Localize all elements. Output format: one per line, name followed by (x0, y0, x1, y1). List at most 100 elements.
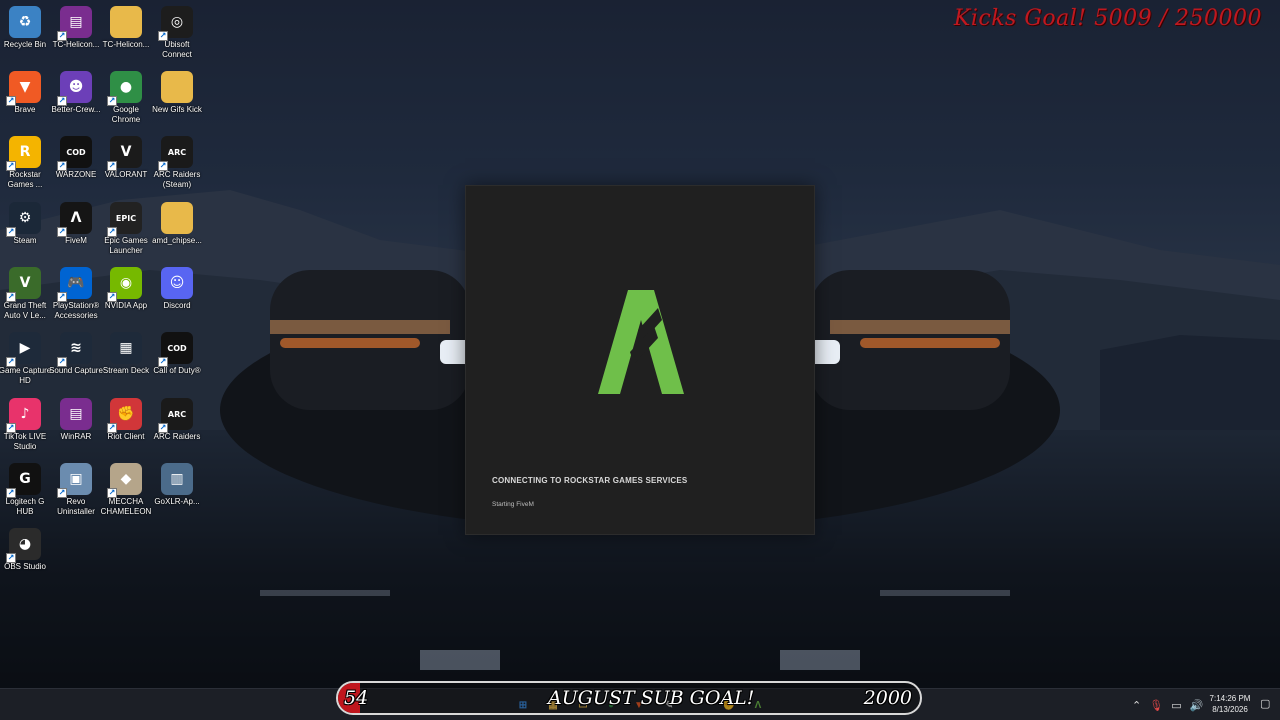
rockstar-icon: R ↗ (6, 136, 41, 171)
desktop-icon-label: Game Capture HD (0, 366, 52, 385)
desktop-icon[interactable]: TC-Helicon... (100, 6, 152, 70)
brave-icon: ▼ ↗ (6, 71, 41, 106)
desktop-icon-label: OBS Studio (4, 562, 46, 571)
fivem-icon: Λ ↗ (57, 202, 92, 237)
desktop-icon[interactable]: V ↗ Grand Theft Auto V Le... (0, 267, 51, 331)
game-capture-icon: ▶ ↗ (6, 332, 41, 367)
desktop-icon[interactable]: ◉ ↗ NVIDIA App (100, 267, 152, 331)
shortcut-arrow-icon: ↗ (6, 553, 16, 563)
sub-goal-overlay: 54 AUGUST SUB GOAL! 2000 (336, 681, 922, 715)
desktop-icon[interactable]: ▤ ↗ TC-Helicon... (50, 6, 102, 70)
desktop-icon[interactable]: ▦ Stream Deck (100, 332, 152, 396)
shortcut-arrow-icon: ↗ (107, 488, 117, 498)
desktop-icon[interactable]: ◆ ↗ MECCHA CHAMELEON (100, 463, 152, 527)
taskbar-clock[interactable]: 7:14:26 PM 8/13/2026 (1205, 693, 1255, 715)
desktop-icon-label: Google Chrome (111, 105, 141, 124)
desktop-icon[interactable]: ◎ ↗ Ubisoft Connect (151, 6, 203, 70)
shortcut-arrow-icon: ↗ (158, 161, 168, 171)
desktop-icon-label: Riot Client (107, 432, 145, 441)
desktop-icon-label: TC-Helicon... (102, 40, 150, 49)
shortcut-arrow-icon: ↗ (6, 423, 16, 433)
desktop-icon[interactable]: 🎮 ↗ PlayStation® Accessories (50, 267, 102, 331)
gta-v-icon: V ↗ (6, 267, 41, 302)
nvidia-icon: ◉ ↗ (107, 267, 142, 302)
desktop-icon[interactable]: amd_chipse... (151, 202, 203, 266)
sound-capture-icon: ≋ ↗ (57, 332, 92, 367)
desktop-icon-label: Sound Capture (49, 366, 103, 375)
valorant-icon: V ↗ (107, 136, 142, 171)
folder-icon (161, 71, 193, 103)
desktop-icon-label: Rockstar Games ... (7, 170, 43, 189)
desktop-icon-label: TC-Helicon... (52, 40, 100, 49)
microphone-icon[interactable]: 🎙 (1149, 699, 1163, 712)
desktop-icon[interactable]: ♻ Recycle Bin (0, 6, 51, 70)
desktop-icon-label: TikTok LIVE Studio (3, 432, 47, 451)
tiktok-live-icon: ♪ ↗ (6, 398, 41, 433)
shortcut-arrow-icon: ↗ (107, 423, 117, 433)
desktop-icon-label: WinRAR (60, 432, 92, 441)
shortcut-arrow-icon: ↗ (57, 96, 67, 106)
notification-icon[interactable]: ▢ (1260, 697, 1270, 710)
desktop-icon[interactable]: ♪ ↗ TikTok LIVE Studio (0, 398, 51, 462)
ubisoft-icon: ◎ ↗ (158, 6, 193, 41)
discord-icon: ☺ (161, 267, 193, 299)
folder-icon (161, 202, 193, 234)
clock-time: 7:14:26 PM (1209, 694, 1251, 703)
desktop-icon[interactable]: ▥ GoXLR-Ap... (151, 463, 203, 527)
clock-date: 8/13/2026 (1212, 705, 1248, 714)
better-crewlink-icon: ☻ ↗ (57, 71, 92, 106)
logitech-g-hub-icon: G ↗ (6, 463, 41, 498)
desktop-icon[interactable]: ◕ ↗ OBS Studio (0, 528, 51, 592)
desktop-icon-label: Call of Duty® (153, 366, 201, 375)
shortcut-arrow-icon: ↗ (6, 96, 16, 106)
stream-deck-icon: ▦ (110, 332, 142, 364)
desktop-icon-label: Grand Theft Auto V Le... (3, 301, 47, 320)
desktop-icon[interactable]: ▼ ↗ Brave (0, 71, 51, 135)
fivem-launcher-window[interactable]: CONNECTING TO ROCKSTAR GAMES SERVICES St… (465, 185, 815, 535)
desktop-icon[interactable]: ▶ ↗ Game Capture HD (0, 332, 51, 396)
desktop-icon[interactable]: COD ↗ Call of Duty® (151, 332, 203, 396)
volume-icon[interactable]: 🔊 (1190, 699, 1204, 712)
desktop-icon[interactable]: ☻ ↗ Better-Crew... (50, 71, 102, 135)
shortcut-arrow-icon: ↗ (6, 227, 16, 237)
arc-raiders-icon: ARC ↗ (158, 398, 193, 433)
desktop-icon-label: New Gifs Kick (152, 105, 202, 114)
desktop-icon[interactable]: ● ↗ Google Chrome (100, 71, 152, 135)
network-icon[interactable]: ▭ (1171, 699, 1181, 712)
desktop-icon[interactable]: ▤ WinRAR (50, 398, 102, 462)
desktop-icon[interactable]: ≋ ↗ Sound Capture (49, 332, 103, 396)
fivem-logo-icon (598, 290, 684, 394)
desktop-icon-label: Discord (163, 301, 191, 310)
desktop-icon-label: VALORANT (104, 170, 148, 179)
desktop-icon[interactable]: Λ ↗ FiveM (50, 202, 102, 266)
desktop-icon-label: NVIDIA App (104, 301, 148, 310)
call-of-duty-icon: COD ↗ (158, 332, 193, 367)
desktop-icon[interactable]: ✊ ↗ Riot Client (100, 398, 152, 462)
folder-icon (110, 6, 142, 38)
launch-substatus-text: Starting FiveM (492, 501, 534, 508)
shortcut-arrow-icon: ↗ (158, 423, 168, 433)
desktop-icon[interactable]: COD ↗ WARZONE (50, 136, 102, 200)
sub-goal-title: AUGUST SUB GOAL! (548, 687, 755, 709)
sub-goal-target: 2000 (863, 687, 912, 709)
desktop-icon[interactable]: ARC ↗ ARC Raiders (151, 398, 203, 462)
desktop-icon[interactable]: EPIC ↗ Epic Games Launcher (100, 202, 152, 266)
desktop-icon[interactable]: R ↗ Rockstar Games ... (0, 136, 51, 200)
desktop-icon[interactable]: ☺ Discord (151, 267, 203, 331)
call-of-duty-icon: COD ↗ (57, 136, 92, 171)
desktop-icon[interactable]: G ↗ Logitech G HUB (0, 463, 51, 527)
desktop-icon-label: WARZONE (55, 170, 97, 179)
desktop-icon-label: Ubisoft Connect (162, 40, 192, 59)
desktop-icon-label: Brave (14, 105, 36, 114)
desktop-icon[interactable]: ARC ↗ ARC Raiders (Steam) (151, 136, 203, 200)
shortcut-arrow-icon: ↗ (107, 292, 117, 302)
desktop-icon[interactable]: ▣ ↗ Revo Uninstaller (50, 463, 102, 527)
desktop-icon[interactable]: New Gifs Kick (151, 71, 203, 135)
shortcut-arrow-icon: ↗ (107, 96, 117, 106)
shortcut-arrow-icon: ↗ (6, 488, 16, 498)
desktop-icon-label: Recycle Bin (3, 40, 47, 49)
desktop-icon[interactable]: ⚙ ↗ Steam (0, 202, 51, 266)
chevron-up-icon[interactable]: ⌃ (1132, 699, 1141, 712)
desktop-icon[interactable]: V ↗ VALORANT (100, 136, 152, 200)
desktop-icon-label: Logitech G HUB (5, 497, 45, 516)
